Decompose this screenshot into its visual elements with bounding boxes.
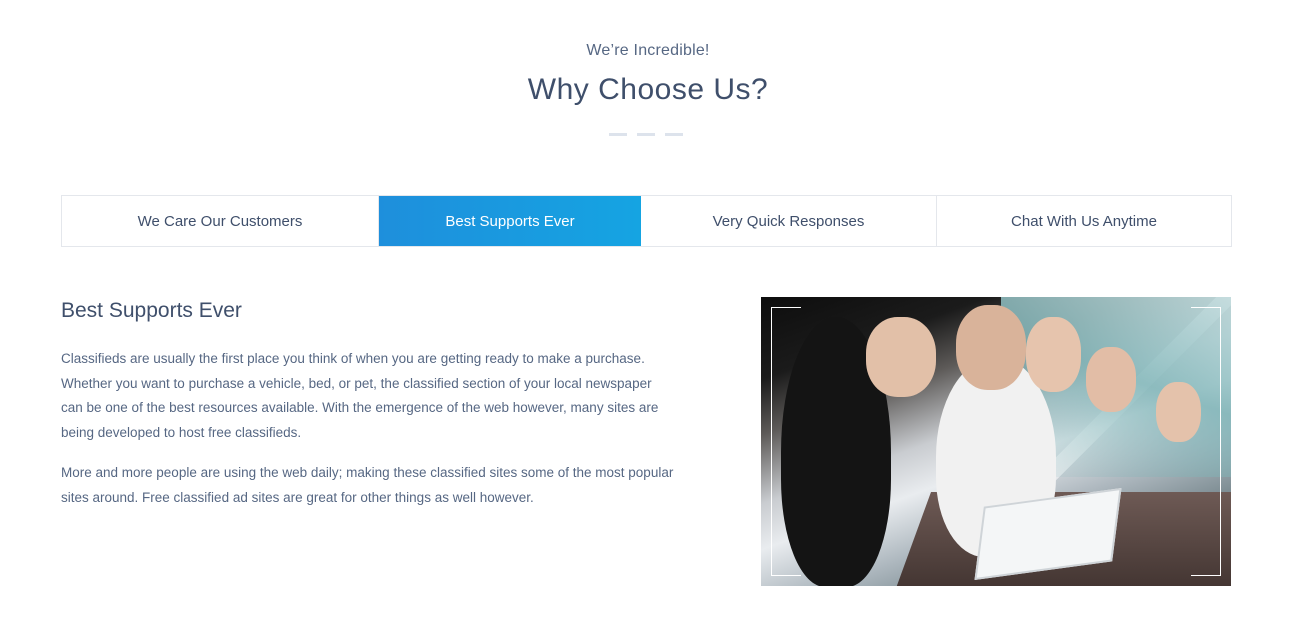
section-title: Why Choose Us? bbox=[527, 73, 769, 106]
feature-tabs: We Care Our Customers Best Supports Ever… bbox=[61, 195, 1232, 247]
frame-corner bbox=[771, 575, 801, 576]
frame-corner bbox=[1191, 307, 1221, 308]
divider-dash bbox=[637, 133, 655, 136]
frame-edge bbox=[771, 307, 772, 575]
title-divider bbox=[609, 133, 683, 136]
tab-we-care-our-customers[interactable]: We Care Our Customers bbox=[62, 196, 379, 246]
section-eyebrow: We’re Incredible! bbox=[586, 42, 710, 59]
content-title: Best Supports Ever bbox=[61, 299, 242, 322]
tab-very-quick-responses[interactable]: Very Quick Responses bbox=[641, 196, 937, 246]
frame-corner bbox=[1191, 575, 1221, 576]
tab-chat-with-us-anytime[interactable]: Chat With Us Anytime bbox=[937, 196, 1231, 246]
content-paragraph: More and more people are using the web d… bbox=[61, 465, 674, 505]
tab-best-supports-ever[interactable]: Best Supports Ever bbox=[379, 196, 641, 246]
frame-edge bbox=[1220, 307, 1221, 575]
divider-dash bbox=[665, 133, 683, 136]
content-paragraph: Classifieds are usually the first place … bbox=[61, 351, 659, 440]
divider-dash bbox=[609, 133, 627, 136]
frame-corner bbox=[771, 307, 801, 308]
team-photo bbox=[761, 297, 1231, 586]
